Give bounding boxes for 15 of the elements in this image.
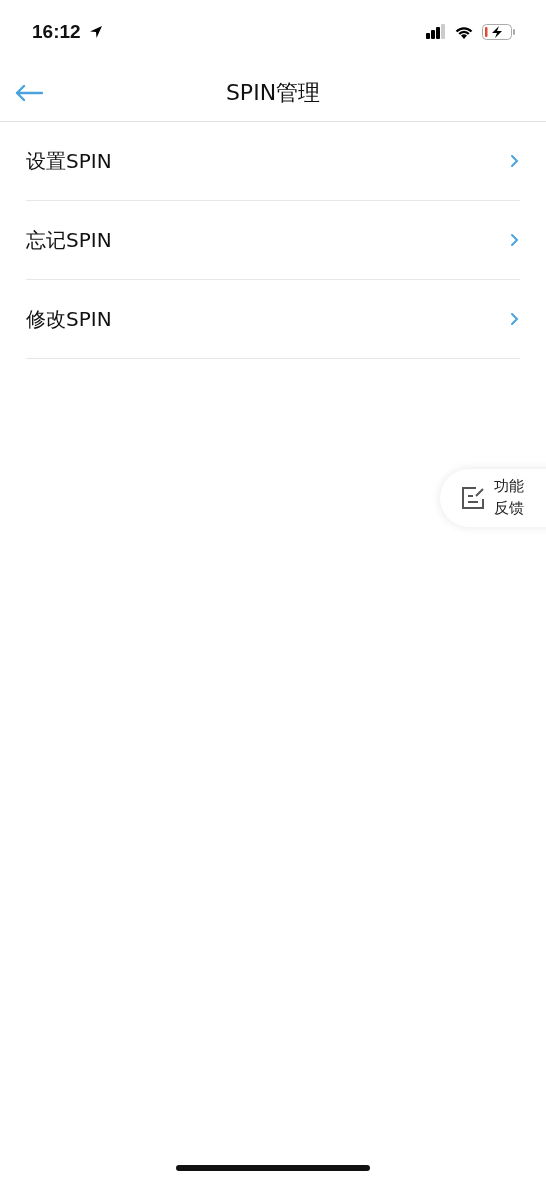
menu-item[interactable]: 忘记SPIN — [26, 201, 520, 280]
menu-item[interactable]: 设置SPIN — [26, 122, 520, 201]
edit-note-icon — [460, 485, 486, 511]
status-time: 16:12 — [32, 21, 81, 43]
chevron-right-icon — [510, 312, 520, 326]
page-title: SPIN管理 — [225, 78, 321, 107]
battery-charging-icon — [482, 24, 516, 40]
menu-item[interactable]: 修改SPIN — [26, 280, 520, 359]
chevron-right-icon — [510, 154, 520, 168]
signal-icon — [426, 24, 446, 40]
feedback-button[interactable]: 功能反馈 — [440, 469, 546, 527]
chevron-right-icon — [510, 233, 520, 247]
back-arrow-icon[interactable] — [15, 84, 43, 102]
location-arrow-icon — [88, 25, 103, 39]
wifi-icon — [454, 24, 474, 40]
